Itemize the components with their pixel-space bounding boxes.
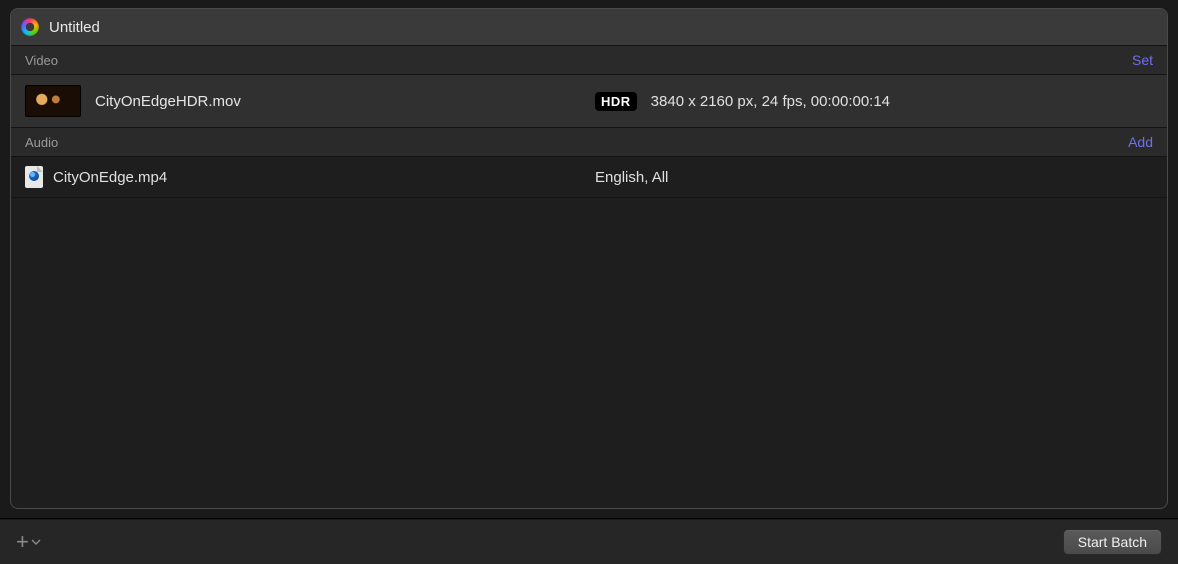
video-specs: 3840 x 2160 px, 24 fps, 00:00:00:14 [651, 93, 890, 110]
video-set-button[interactable]: Set [1132, 52, 1153, 68]
batch-window: Untitled Video Set CityOnEdgeHDR.mov HDR… [10, 8, 1168, 509]
video-filename: CityOnEdgeHDR.mov [95, 93, 241, 110]
plus-icon: + [16, 531, 29, 553]
audio-metadata: English, All [595, 169, 668, 186]
hdr-badge: HDR [595, 92, 637, 111]
video-section-label: Video [25, 53, 58, 68]
audio-section-label: Audio [25, 135, 58, 150]
video-row[interactable]: CityOnEdgeHDR.mov HDR 3840 x 2160 px, 24… [11, 75, 1167, 128]
audio-section-header: Audio Add [11, 128, 1167, 157]
video-section-header: Video Set [11, 46, 1167, 75]
footer-separator [0, 518, 1178, 519]
app-orb-icon [21, 18, 39, 36]
footer-bar: + Start Batch [0, 520, 1178, 564]
window-title: Untitled [49, 19, 100, 36]
start-batch-button[interactable]: Start Batch [1063, 529, 1162, 555]
chevron-down-icon [31, 537, 41, 548]
audio-add-button[interactable]: Add [1128, 134, 1153, 150]
video-thumbnail-icon [25, 85, 81, 117]
titlebar: Untitled [11, 9, 1167, 46]
audio-file-icon [25, 166, 43, 188]
audio-filename: CityOnEdge.mp4 [53, 169, 167, 186]
audio-row[interactable]: CityOnEdge.mp4 English, All [11, 157, 1167, 198]
add-menu-button[interactable]: + [16, 531, 41, 553]
video-metadata: HDR 3840 x 2160 px, 24 fps, 00:00:00:14 [595, 92, 890, 111]
